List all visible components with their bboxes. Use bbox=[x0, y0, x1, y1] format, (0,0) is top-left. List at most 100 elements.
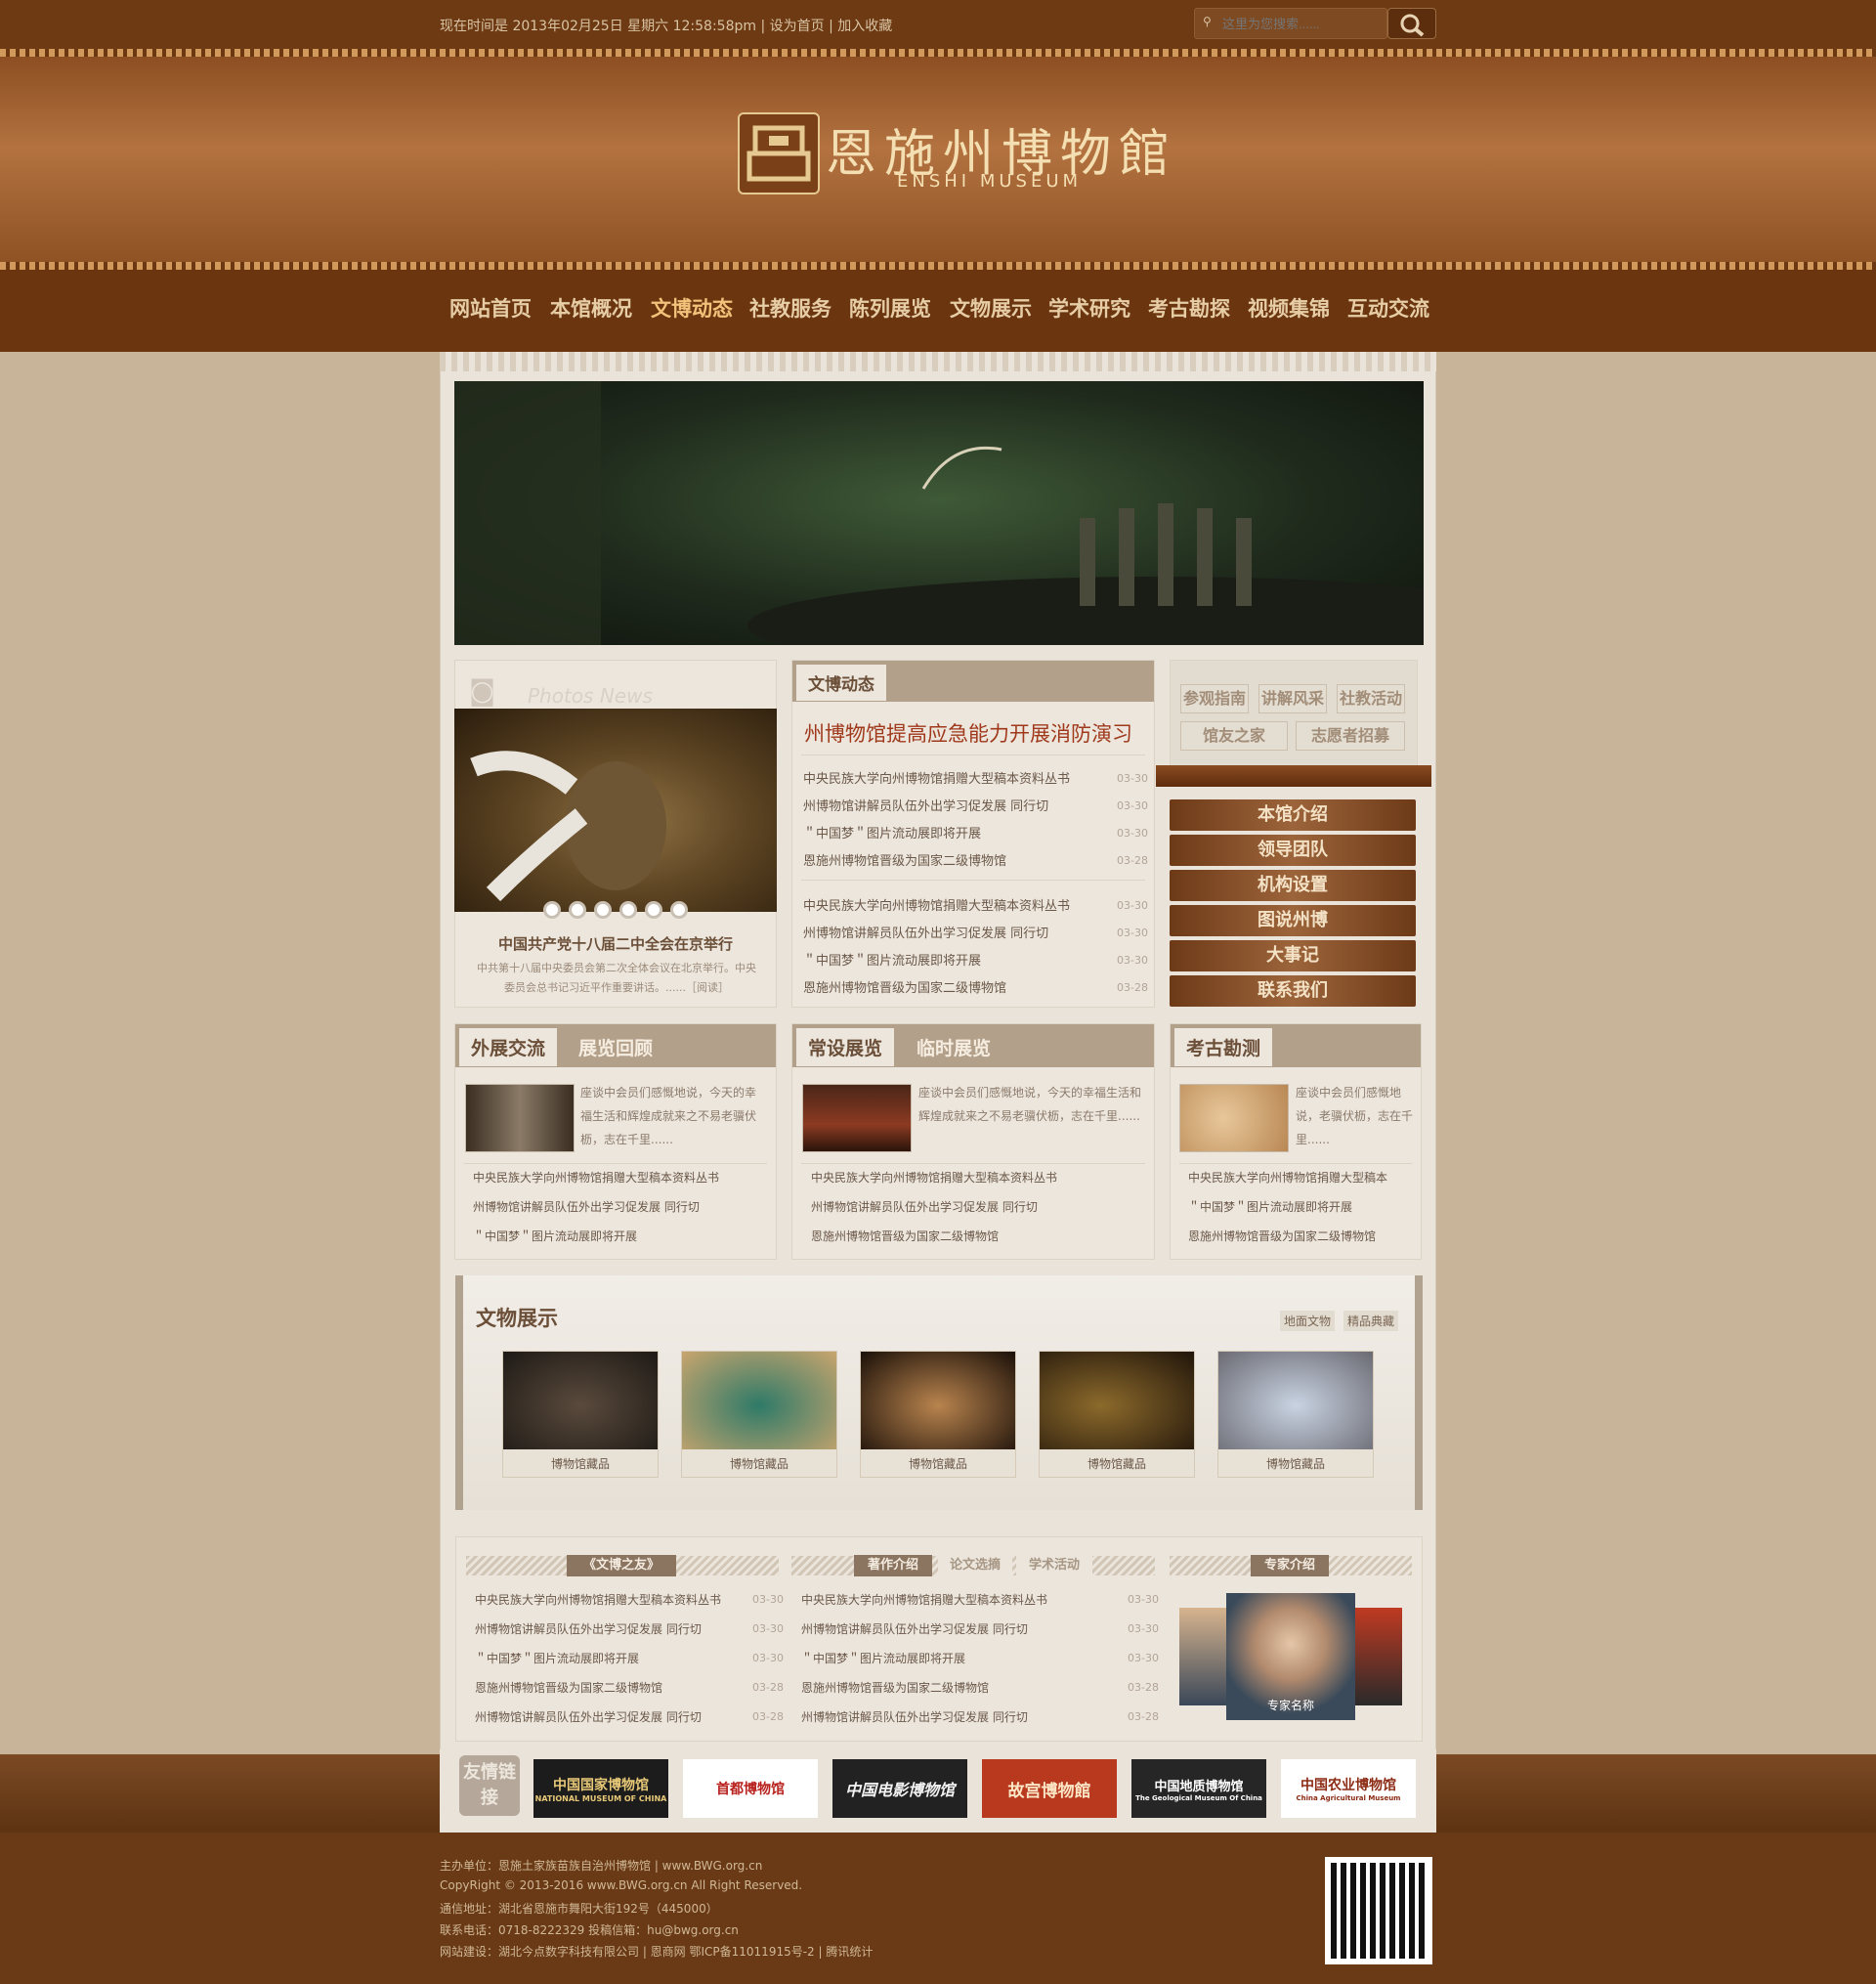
menu-leadership[interactable]: 领导团队 bbox=[1170, 835, 1416, 866]
guide-button[interactable]: 社教活动 bbox=[1337, 684, 1405, 713]
exhibit-item[interactable]: 中央民族大学向州博物馆捐赠大型稿本资料丛书 bbox=[811, 1169, 1133, 1186]
partner-logo[interactable]: 中国农业博物馆 China Agricultural Museum bbox=[1281, 1759, 1416, 1818]
tab-news[interactable]: 文博动态 bbox=[796, 665, 886, 701]
menu-gallery[interactable]: 图说州博 bbox=[1170, 905, 1416, 936]
banner-image[interactable] bbox=[454, 381, 1568, 674]
friends-item[interactable]: 恩施州博物馆晋级为国家二级博物馆 bbox=[475, 1679, 739, 1696]
nav-education[interactable]: 社教服务 bbox=[749, 293, 831, 323]
friends-item[interactable]: 州博物馆讲解员队伍外出学习促发展 同行切 bbox=[475, 1708, 739, 1725]
footer-line: 联系电话：0718-8222329 投稿信箱：hu@bwg.org.cn bbox=[440, 1923, 739, 1937]
archaeology-item[interactable]: ＂中国梦＂图片流动展即将开展 bbox=[1188, 1198, 1413, 1215]
works-item[interactable]: 州博物馆讲解员队伍外出学习促发展 同行切 bbox=[801, 1620, 1114, 1637]
friends-item[interactable]: ＂中国梦＂图片流动展即将开展 bbox=[475, 1650, 739, 1666]
nav-about[interactable]: 本馆概况 bbox=[550, 293, 632, 323]
friends-date: 03-30 bbox=[752, 1593, 784, 1606]
partner-logo[interactable]: 中国电影博物馆 bbox=[832, 1759, 967, 1818]
friends-item[interactable]: 中央民族大学向州博物馆捐赠大型稿本资料丛书 bbox=[475, 1591, 739, 1608]
slide-dot[interactable] bbox=[569, 901, 586, 919]
tab-papers[interactable]: 论文选摘 bbox=[938, 1555, 1012, 1576]
experts-title[interactable]: 专家介绍 bbox=[1251, 1555, 1329, 1576]
archaeology-thumbnail[interactable] bbox=[1179, 1084, 1289, 1152]
divider bbox=[464, 1163, 767, 1164]
tab-works[interactable]: 著作介绍 bbox=[854, 1555, 932, 1576]
exchange-thumbnail[interactable] bbox=[465, 1084, 575, 1152]
tab-exchange[interactable]: 外展交流 bbox=[459, 1028, 558, 1066]
menu-structure[interactable]: 机构设置 bbox=[1170, 870, 1416, 901]
nav-exhibitions[interactable]: 陈列展览 bbox=[849, 293, 931, 323]
slide-dot[interactable] bbox=[619, 901, 637, 919]
menu-events[interactable]: 大事记 bbox=[1170, 940, 1416, 971]
slide-dot[interactable] bbox=[543, 901, 561, 919]
friends-item[interactable]: 州博物馆讲解员队伍外出学习促发展 同行切 bbox=[475, 1620, 739, 1637]
slide-dot[interactable] bbox=[645, 901, 662, 919]
works-item[interactable]: 中央民族大学向州博物馆捐赠大型稿本资料丛书 bbox=[801, 1591, 1114, 1608]
partner-logo[interactable]: 首都博物馆 bbox=[683, 1759, 818, 1818]
search-box[interactable]: ⚲ bbox=[1194, 8, 1387, 39]
exchange-item[interactable]: ＂中国梦＂图片流动展即将开展 bbox=[473, 1228, 766, 1244]
archaeology-item[interactable]: 中央民族大学向州博物馆捐赠大型稿本 bbox=[1188, 1169, 1413, 1186]
news-item[interactable]: 恩施州博物馆晋级为国家二级博物馆 bbox=[803, 850, 1096, 869]
divider bbox=[1179, 1163, 1412, 1164]
nav-interaction[interactable]: 互动交流 bbox=[1347, 293, 1429, 323]
expert-photo[interactable] bbox=[1353, 1608, 1402, 1705]
tab-activities[interactable]: 学术活动 bbox=[1016, 1555, 1092, 1576]
news-headline[interactable]: 州博物馆提高应急能力开展消防演习 bbox=[804, 718, 1132, 748]
works-date: 03-28 bbox=[1128, 1710, 1159, 1723]
archaeology-item[interactable]: 恩施州博物馆晋级为国家二级博物馆 bbox=[1188, 1228, 1413, 1244]
relics-tag[interactable]: 地面文物 bbox=[1280, 1311, 1336, 1331]
relics-tag[interactable]: 精品典藏 bbox=[1343, 1311, 1399, 1331]
tab-review[interactable]: 展览回顾 bbox=[578, 1034, 653, 1060]
slide-dot[interactable] bbox=[594, 901, 612, 919]
exhibit-item[interactable]: 恩施州博物馆晋级为国家二级博物馆 bbox=[811, 1228, 1133, 1244]
nav-research[interactable]: 学术研究 bbox=[1048, 293, 1130, 323]
guide-button[interactable]: 馆友之家 bbox=[1180, 721, 1288, 751]
works-item[interactable]: 恩施州博物馆晋级为国家二级博物馆 bbox=[801, 1679, 1114, 1696]
search-input[interactable] bbox=[1222, 14, 1379, 33]
news-item[interactable]: 恩施州博物馆晋级为国家二级博物馆 bbox=[803, 977, 1096, 996]
exhibit-item[interactable]: 州博物馆讲解员队伍外出学习促发展 同行切 bbox=[811, 1198, 1133, 1215]
menu-about[interactable]: 本馆介绍 bbox=[1170, 799, 1416, 831]
tab-temporary[interactable]: 临时展览 bbox=[917, 1034, 991, 1060]
works-item[interactable]: 州博物馆讲解员队伍外出学习促发展 同行切 bbox=[801, 1708, 1114, 1725]
exchange-item[interactable]: 州博物馆讲解员队伍外出学习促发展 同行切 bbox=[473, 1198, 766, 1215]
guide-button[interactable]: 讲解风采 bbox=[1258, 684, 1327, 713]
works-item[interactable]: ＂中国梦＂图片流动展即将开展 bbox=[801, 1650, 1114, 1666]
relic-card[interactable]: 博物馆藏品 bbox=[502, 1351, 659, 1478]
qr-code bbox=[1325, 1857, 1432, 1964]
guide-button[interactable]: 参观指南 bbox=[1180, 684, 1249, 713]
friends-title[interactable]: 《文博之友》 bbox=[567, 1555, 676, 1576]
relic-card[interactable]: 博物馆藏品 bbox=[681, 1351, 837, 1478]
relic-caption: 博物馆藏品 bbox=[550, 1457, 610, 1471]
news-item[interactable]: 州博物馆讲解员队伍外出学习促发展 同行切 bbox=[803, 923, 1096, 941]
logo-icon[interactable] bbox=[738, 112, 820, 194]
guide-button[interactable]: 志愿者招募 bbox=[1296, 721, 1405, 751]
nav-videos[interactable]: 视频集锦 bbox=[1248, 293, 1330, 323]
news-item[interactable]: 中央民族大学向州博物馆捐赠大型稿本资料丛书 bbox=[803, 895, 1096, 914]
divider bbox=[801, 1163, 1145, 1164]
photos-news-image[interactable] bbox=[454, 709, 777, 912]
relic-card[interactable]: 博物馆藏品 bbox=[1039, 1351, 1195, 1478]
news-date: 03-30 bbox=[1117, 772, 1148, 785]
search-button[interactable] bbox=[1387, 8, 1436, 39]
photos-news-title[interactable]: 中国共产党十八届二中全会在京举行 bbox=[454, 933, 777, 954]
nav-news[interactable]: 文博动态 bbox=[651, 293, 733, 323]
slide-dot[interactable] bbox=[670, 901, 688, 919]
news-item[interactable]: ＂中国梦＂图片流动展即将开展 bbox=[803, 950, 1096, 969]
news-item[interactable]: ＂中国梦＂图片流动展即将开展 bbox=[803, 823, 1096, 841]
relic-card[interactable]: 博物馆藏品 bbox=[1217, 1351, 1374, 1478]
exhibit-thumbnail[interactable] bbox=[802, 1084, 912, 1152]
nav-home[interactable]: 网站首页 bbox=[449, 293, 532, 323]
expert-photo[interactable] bbox=[1179, 1608, 1228, 1705]
menu-contact[interactable]: 联系我们 bbox=[1170, 975, 1416, 1007]
exchange-item[interactable]: 中央民族大学向州博物馆捐赠大型稿本资料丛书 bbox=[473, 1169, 766, 1186]
partner-logo[interactable]: 中国地质博物馆 The Geological Museum Of China bbox=[1131, 1759, 1266, 1818]
tab-permanent[interactable]: 常设展览 bbox=[796, 1028, 895, 1066]
news-item[interactable]: 州博物馆讲解员队伍外出学习促发展 同行切 bbox=[803, 796, 1096, 814]
nav-relics[interactable]: 文物展示 bbox=[950, 293, 1032, 323]
news-item[interactable]: 中央民族大学向州博物馆捐赠大型稿本资料丛书 bbox=[803, 768, 1096, 787]
partner-logo[interactable]: 中国国家博物馆 NATIONAL MUSEUM OF CHINA bbox=[533, 1759, 668, 1818]
nav-archaeology[interactable]: 考古勘探 bbox=[1148, 293, 1230, 323]
relic-card[interactable]: 博物馆藏品 bbox=[860, 1351, 1016, 1478]
partner-logo[interactable]: 故宫博物館 bbox=[982, 1759, 1117, 1818]
tab-archaeology[interactable]: 考古勘测 bbox=[1174, 1028, 1273, 1066]
